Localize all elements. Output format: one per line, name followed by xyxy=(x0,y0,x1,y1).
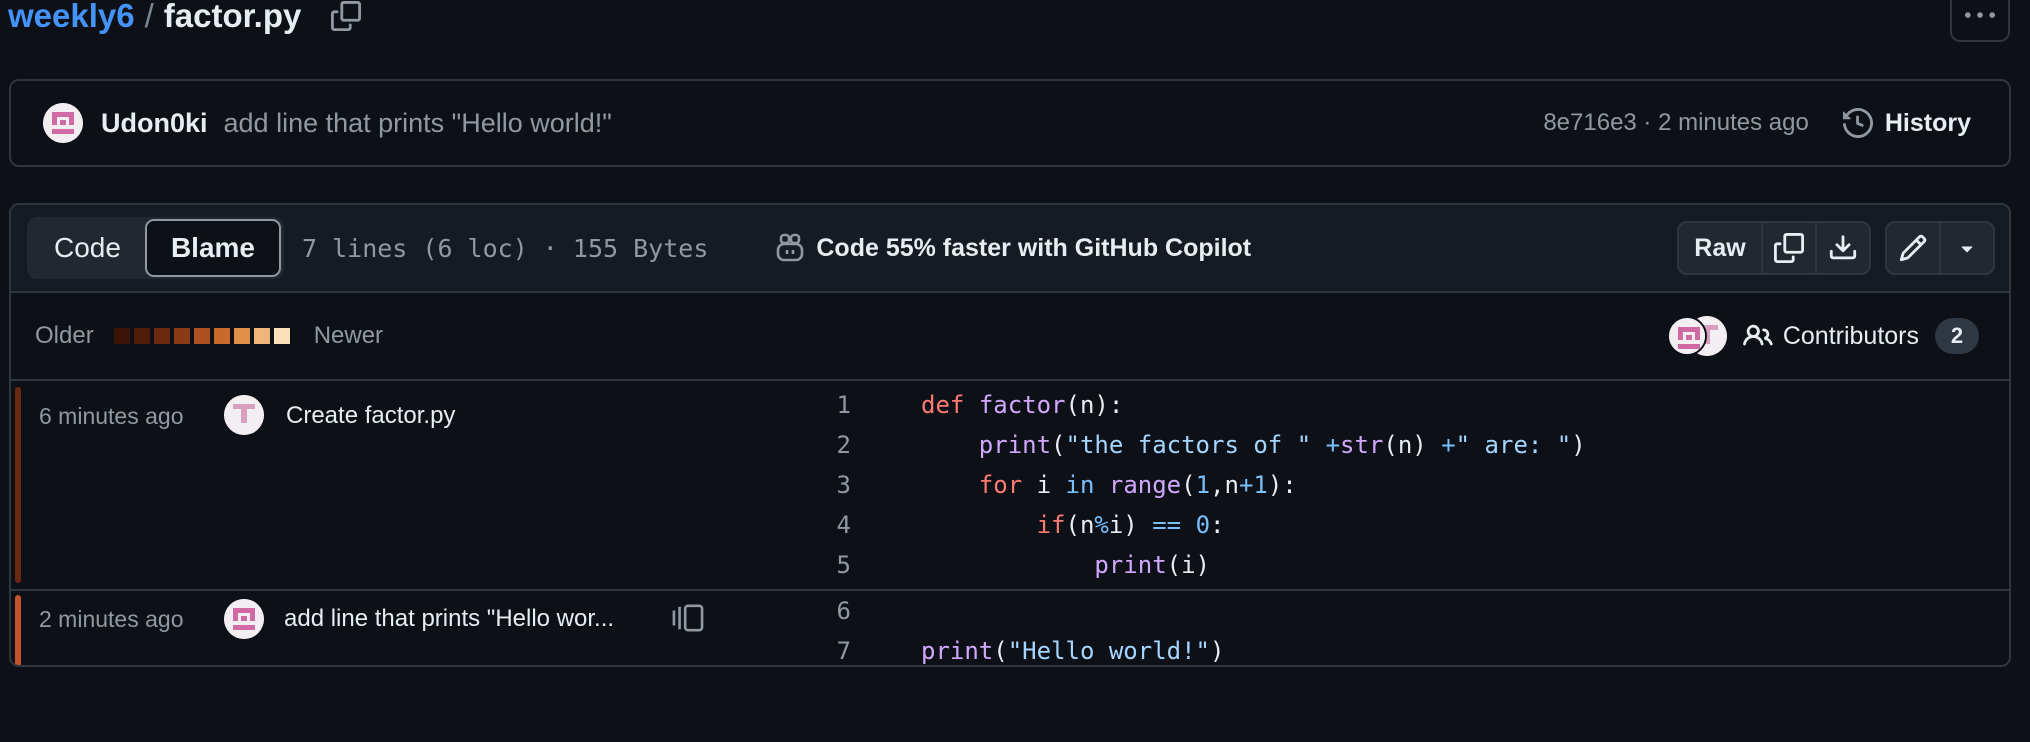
file-stats: 7 lines (6 loc) · 155 Bytes xyxy=(301,233,709,263)
age-swatch xyxy=(233,328,250,344)
more-options-button[interactable] xyxy=(1950,0,2010,42)
file-actions: Raw xyxy=(1677,221,1871,275)
code-line: 5 print(i) xyxy=(791,545,2009,585)
file-header: Code Blame 7 lines (6 loc) · 155 Bytes C… xyxy=(11,205,2009,293)
line-number[interactable]: 7 xyxy=(791,637,851,665)
line-number[interactable]: 3 xyxy=(791,471,851,499)
code-text: def factor(n): xyxy=(921,391,1124,419)
history-button[interactable]: History xyxy=(1842,108,1971,138)
contributor-avatars[interactable] xyxy=(1666,316,1727,356)
breadcrumb-separator: / xyxy=(144,0,154,34)
copilot-icon xyxy=(777,233,804,262)
edit-actions xyxy=(1885,221,1995,275)
file-viewer: Code Blame 7 lines (6 loc) · 155 Bytes C… xyxy=(9,203,2011,667)
code-line: 4 if(n%i) == 0: xyxy=(791,505,2009,545)
breadcrumb: weekly6 / factor.py xyxy=(8,0,363,38)
blame-hunk: 6 minutes ago Create factor.py 1 def fact… xyxy=(11,381,2009,589)
age-swatch xyxy=(273,328,290,344)
repo-link[interactable]: weekly6 xyxy=(8,0,135,35)
history-icon xyxy=(1842,108,1873,138)
edit-dropdown-button[interactable] xyxy=(1939,223,1993,273)
code-line: 7 print("Hello world!") xyxy=(791,631,2009,665)
line-number[interactable]: 6 xyxy=(791,597,851,625)
copy-icon[interactable] xyxy=(329,0,363,33)
raw-button[interactable]: Raw xyxy=(1679,223,1761,273)
age-swatches xyxy=(113,328,294,344)
avatar[interactable] xyxy=(43,103,83,143)
age-swatch xyxy=(113,328,130,344)
copilot-label: Code 55% faster with GitHub Copilot xyxy=(816,233,1252,262)
pencil-icon xyxy=(1899,234,1927,262)
reblame-icon[interactable] xyxy=(671,603,705,638)
code-line: 3 for i in range(1,n+1): xyxy=(791,465,2009,505)
latest-commit-box: Udon0ki add line that prints "Hello worl… xyxy=(9,79,2011,167)
tab-code[interactable]: Code xyxy=(30,219,145,277)
code-lines: 1 def factor(n): 2 print("the factors of … xyxy=(791,385,2009,589)
avatar[interactable] xyxy=(224,395,264,435)
code-text: for i in range(1,n+1): xyxy=(978,471,1297,499)
contributors-count: 2 xyxy=(1935,318,1979,354)
triangle-down-icon xyxy=(1961,246,1973,253)
download-button[interactable] xyxy=(1815,223,1869,273)
kebab-icon xyxy=(1965,12,1995,18)
hunk-time[interactable]: 2 minutes ago xyxy=(39,606,183,633)
age-swatch xyxy=(173,328,190,344)
line-number[interactable]: 5 xyxy=(791,551,851,579)
copy-raw-button[interactable] xyxy=(1761,223,1815,273)
code-text: if(n%i) == 0: xyxy=(1036,511,1225,539)
file-name: factor.py xyxy=(163,0,302,34)
view-toggle: Code Blame xyxy=(27,217,284,279)
copilot-link[interactable]: Code 55% faster with GitHub Copilot xyxy=(774,232,1251,264)
hunk-commit-message[interactable]: Create factor.py xyxy=(286,402,455,430)
age-swatch xyxy=(133,328,150,344)
people-icon xyxy=(1742,324,1773,346)
commit-author[interactable]: Udon0ki xyxy=(101,108,208,139)
code-text: print("Hello world!") xyxy=(921,637,1225,665)
age-swatch xyxy=(153,328,170,344)
tab-blame[interactable]: Blame xyxy=(144,219,281,277)
age-swatch xyxy=(253,328,270,344)
commit-sha-time[interactable]: 8e716e3 · 2 minutes ago xyxy=(1543,109,1809,137)
contributors-label: Contributors xyxy=(1782,321,1919,350)
edit-button[interactable] xyxy=(1887,223,1939,273)
commit-message[interactable]: add line that prints "Hello world!" xyxy=(224,108,612,139)
hunk-meta: 2 minutes ago add line that prints "Hell… xyxy=(11,591,791,665)
line-number[interactable]: 1 xyxy=(791,391,851,419)
legend-newer: Newer xyxy=(313,322,384,349)
code-lines: 6 7 print("Hello world!") xyxy=(791,591,2009,665)
history-label: History xyxy=(1884,108,1971,137)
avatar[interactable] xyxy=(1666,316,1707,356)
age-swatch xyxy=(193,328,210,344)
copy-icon xyxy=(1774,233,1804,263)
line-number[interactable]: 4 xyxy=(791,511,851,539)
hunk-time[interactable]: 6 minutes ago xyxy=(39,403,183,430)
download-icon xyxy=(1829,235,1857,260)
blame-hunk: 2 minutes ago add line that prints "Hell… xyxy=(11,591,2009,665)
blame-legend: Older Newer Contributors 2 xyxy=(11,293,2009,381)
code-text: print("the factors of " +str(n) +" are: … xyxy=(978,431,1586,459)
avatar[interactable] xyxy=(224,599,264,639)
age-swatch xyxy=(213,328,230,344)
code-line: 2 print("the factors of " +str(n) +" are… xyxy=(791,425,2009,465)
code-line: 1 def factor(n): xyxy=(791,385,2009,425)
hunk-meta: 6 minutes ago Create factor.py xyxy=(11,385,791,589)
legend-older: Older xyxy=(35,322,94,349)
code-line: 6 xyxy=(791,591,2009,631)
code-text: print(i) xyxy=(1094,551,1210,579)
line-number[interactable]: 2 xyxy=(791,431,851,459)
contributors-button[interactable]: Contributors xyxy=(1742,321,1919,351)
hunk-commit-message[interactable]: add line that prints "Hello wor... xyxy=(284,605,614,633)
